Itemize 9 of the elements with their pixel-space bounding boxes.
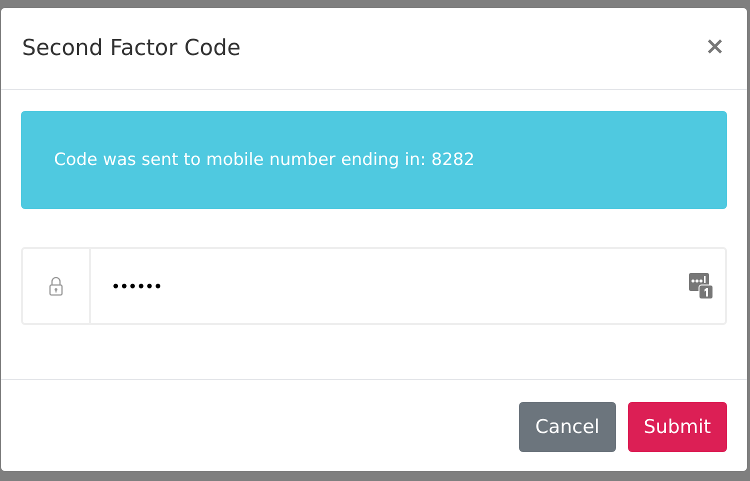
cancel-button[interactable]: Cancel bbox=[519, 402, 616, 452]
code-message-icon bbox=[689, 273, 713, 299]
code-field[interactable]: •••••• bbox=[21, 247, 727, 325]
close-button[interactable]: × bbox=[702, 32, 727, 60]
padlock-icon bbox=[49, 276, 63, 296]
info-alert: Code was sent to mobile number ending in: 8282 bbox=[21, 111, 727, 209]
code-input[interactable]: •••••• bbox=[111, 271, 689, 301]
dialog-title: Second Factor Code bbox=[22, 36, 241, 61]
submit-button[interactable]: Submit bbox=[628, 402, 727, 452]
